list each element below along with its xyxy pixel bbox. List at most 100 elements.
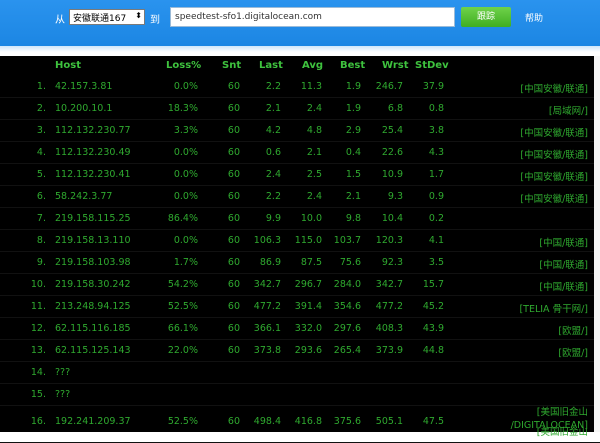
cell-avg: 2.4	[306, 191, 322, 202]
cell-snt: 60	[227, 125, 240, 136]
cell-last: 342.7	[253, 279, 281, 290]
cell-host: 112.132.230.77	[55, 125, 131, 136]
cell-snt: 60	[227, 416, 240, 427]
cell-last: 86.9	[259, 257, 281, 268]
cell-avg: 293.6	[294, 345, 322, 356]
cell-stdev: 3.5	[428, 257, 444, 268]
cell-host: 112.132.230.41	[55, 169, 131, 180]
cell-wrst: 505.1	[375, 416, 403, 427]
cell-wrst: 120.3	[375, 235, 403, 246]
cell-best: 1.9	[345, 81, 361, 92]
table-row: 15.???	[0, 384, 600, 406]
cell-wrst: 22.6	[381, 147, 403, 158]
cell-avg: 416.8	[294, 416, 322, 427]
table-body: 1. 42.157.3.81 0.0% 60 2.2 11.3 1.9 246.7 37.9 [中…	[0, 76, 600, 443]
cell-num: 3.	[36, 125, 46, 136]
cell-host: ???	[55, 389, 71, 400]
table-row: 7. 219.158.115.25 86.4% 60 9.9 10.0 9.8 10.4 0.2	[0, 208, 600, 230]
cell-wrst: 477.2	[375, 301, 403, 312]
table-row: 2. 10.200.10.1 18.3% 60 2.1 2.4 1.9 6.8 0.8 [局域网/…	[0, 98, 600, 120]
cell-avg: 10.0	[300, 213, 322, 224]
cell-stdev: 0.8	[428, 103, 444, 114]
cell-location: [中国安徽/联通]	[520, 194, 588, 205]
cell-num: 8.	[36, 235, 46, 246]
cell-loss: 0.0%	[173, 147, 198, 158]
cell-last: 2.2	[265, 81, 281, 92]
cell-avg: 87.5	[300, 257, 322, 268]
cell-host: 219.158.13.110	[55, 235, 131, 246]
cell-last: 2.2	[265, 191, 281, 202]
chevron-updown-icon: ⬍	[135, 11, 142, 20]
cell-snt: 60	[227, 345, 240, 356]
cell-location: [中国安徽/联通]	[520, 128, 588, 139]
cell-location: [中国/联通]	[539, 238, 588, 249]
cell-snt: 60	[227, 147, 240, 158]
cell-last: 366.1	[253, 323, 281, 334]
header-host: Host	[55, 60, 81, 71]
cell-avg: 332.0	[294, 323, 322, 334]
cell-loss: 86.4%	[167, 213, 198, 224]
cell-num: 14.	[30, 367, 46, 378]
cell-last: 0.6	[265, 147, 281, 158]
table-row: 8. 219.158.13.110 0.0% 60 106.3 115.0 103.7 120…	[0, 230, 600, 252]
cell-snt: 60	[227, 235, 240, 246]
cell-wrst: 25.4	[381, 125, 403, 136]
cell-host: 219.158.103.98	[55, 257, 131, 268]
cell-wrst: 92.3	[381, 257, 403, 268]
cell-num: 2.	[36, 103, 46, 114]
cell-wrst: 373.9	[375, 345, 403, 356]
cell-loss: 22.0%	[167, 345, 198, 356]
cell-host: 213.248.94.125	[55, 301, 131, 312]
cell-host: 219.158.30.242	[55, 279, 131, 290]
header-snt: Snt	[222, 60, 242, 71]
table-row: 5. 112.132.230.41 0.0% 60 2.4 2.5 1.5 10.9 1.7 [中…	[0, 164, 600, 186]
target-host-input[interactable]: speedtest-sfo1.digitalocean.com	[170, 7, 455, 27]
cell-num: 13.	[30, 345, 46, 356]
cell-num: 7.	[36, 213, 46, 224]
cell-wrst: 246.7	[375, 81, 403, 92]
cell-num: 11.	[30, 301, 46, 312]
cell-location: [欧盟/]	[558, 348, 588, 359]
cell-last: 4.2	[265, 125, 281, 136]
trace-button[interactable]: 跟踪	[461, 7, 511, 27]
partial-location: [美国旧金山	[536, 427, 588, 438]
table-row: 12. 62.115.116.185 66.1% 60 366.1 332.0 297.6 4…	[0, 318, 600, 340]
cell-snt: 60	[227, 323, 240, 334]
cell-location: [中国安徽/联通]	[520, 172, 588, 183]
cell-location: [中国安徽/联通]	[520, 150, 588, 161]
cell-loss: 52.5%	[167, 301, 198, 312]
cell-stdev: 47.5	[422, 416, 444, 427]
cell-location: [中国安徽/联通]	[520, 84, 588, 95]
cell-last: 477.2	[253, 301, 281, 312]
to-label: 到	[150, 15, 160, 26]
cell-host: 10.200.10.1	[55, 103, 113, 114]
cell-loss: 3.3%	[173, 125, 198, 136]
table-row: 13. 62.115.125.143 22.0% 60 373.8 293.6 265.4 3…	[0, 340, 600, 362]
table-row: 9. 219.158.103.98 1.7% 60 86.9 87.5 75.6 92.3 3.…	[0, 252, 600, 274]
cell-location-line1: [美国旧金山	[536, 407, 588, 418]
cell-loss: 0.0%	[173, 191, 198, 202]
cell-host: 42.157.3.81	[55, 81, 113, 92]
cell-wrst: 6.8	[387, 103, 403, 114]
cell-last: 498.4	[253, 416, 281, 427]
cell-stdev: 44.8	[422, 345, 444, 356]
cell-avg: 296.7	[294, 279, 322, 290]
cell-last: 9.9	[265, 213, 281, 224]
cell-num: 1.	[36, 81, 46, 92]
cell-avg: 391.4	[294, 301, 322, 312]
table-row: 11. 213.248.94.125 52.5% 60 477.2 391.4 354.6 4…	[0, 296, 600, 318]
table-header-row: Host Loss% Snt Last Avg Best Wrst StDev	[0, 60, 600, 76]
cell-avg: 2.4	[306, 103, 322, 114]
cell-location: [中国/联通]	[539, 282, 588, 293]
cell-stdev: 4.3	[428, 147, 444, 158]
cell-host: 62.115.125.143	[55, 345, 131, 356]
cell-loss: 18.3%	[167, 103, 198, 114]
node-select[interactable]: 安徽联通167 ⬍	[69, 9, 145, 25]
cell-location: [欧盟/]	[558, 326, 588, 337]
cell-wrst: 408.3	[375, 323, 403, 334]
help-link[interactable]: 帮助	[525, 11, 543, 24]
scrollbar-track[interactable]	[594, 56, 600, 432]
cell-best: 1.5	[345, 169, 361, 180]
cell-last: 2.1	[265, 103, 281, 114]
toolbar-shadow	[0, 46, 600, 52]
